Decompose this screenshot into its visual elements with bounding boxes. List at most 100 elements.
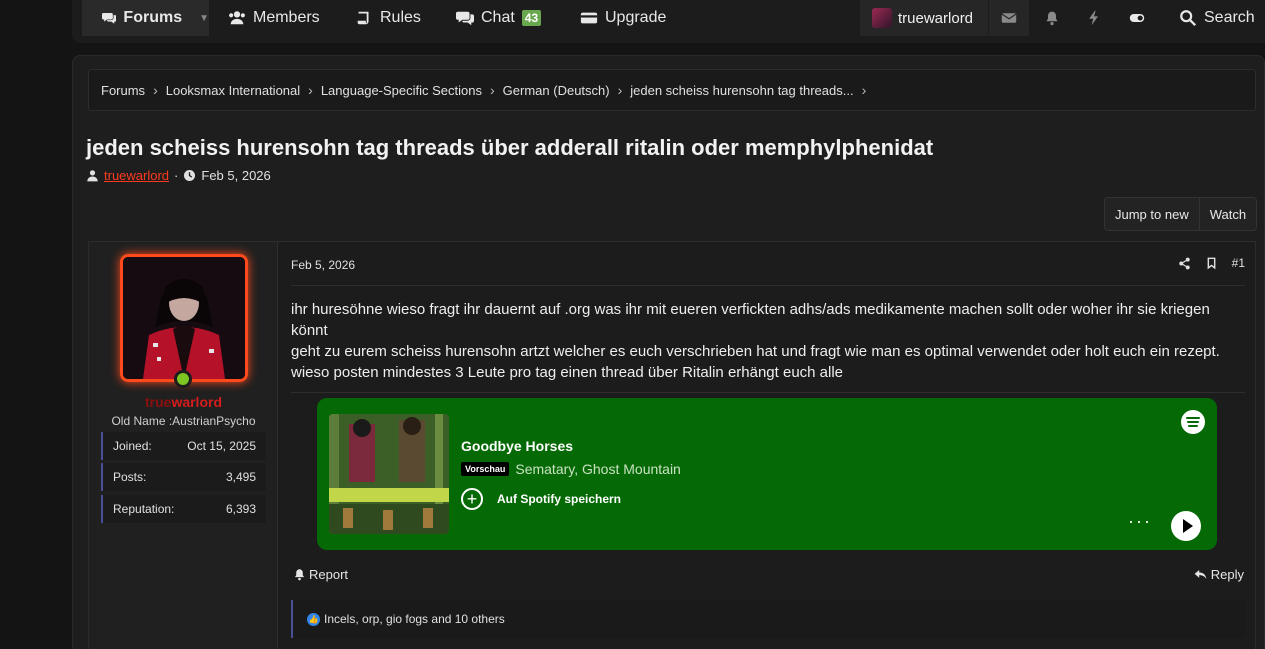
user-icon — [86, 169, 99, 182]
chevron-right-icon: › — [490, 82, 495, 98]
stat-value: Oct 15, 2025 — [187, 439, 256, 453]
username-part: warlord — [171, 394, 223, 410]
save-label: Auf Spotify speichern — [497, 492, 622, 506]
meta-separator: · — [174, 168, 179, 183]
spotify-embed: Goodbye Horses Vorschau Sematary, Ghost … — [317, 398, 1217, 550]
post-user-column: truewarlord Old Name :AustrianPsycho Joi… — [89, 242, 278, 649]
post-line: ihr huresöhne wieso fragt ihr dauernt au… — [291, 301, 1210, 339]
divider — [291, 392, 1245, 393]
chevron-down-icon[interactable]: ▼ — [199, 13, 209, 24]
album-cover[interactable] — [329, 414, 449, 534]
nav-upgrade[interactable]: Upgrade — [580, 0, 666, 36]
nav-members[interactable]: Members — [228, 0, 320, 36]
artist-names[interactable]: Sematary, Ghost Mountain — [515, 461, 680, 477]
more-options-icon[interactable]: ··· — [1128, 511, 1152, 532]
nav-search[interactable]: Search — [1179, 0, 1255, 36]
account-username: truewarlord — [898, 9, 974, 27]
stat-label: Joined: — [113, 439, 152, 453]
chat-icon — [456, 11, 474, 26]
alerts-button[interactable] — [1032, 0, 1072, 36]
breadcrumb-item[interactable]: Forums — [101, 83, 145, 98]
thread-meta: truewarlord · Feb 5, 2026 — [86, 168, 271, 183]
nav-forums[interactable]: Forums ▼ — [82, 0, 209, 36]
bolt-icon — [1089, 10, 1098, 26]
stat-label: Reputation: — [113, 502, 175, 516]
watch-button[interactable]: Watch — [1198, 198, 1256, 230]
thread-date[interactable]: Feb 5, 2026 — [201, 168, 270, 183]
search-icon — [1180, 10, 1197, 27]
bell-icon — [1046, 11, 1058, 26]
post-content: ihr huresöhne wieso fragt ihr dauernt au… — [291, 299, 1236, 383]
thread-author-link[interactable]: truewarlord — [104, 168, 169, 183]
nav-rules[interactable]: Rules — [355, 0, 421, 36]
breadcrumb: Forums › Looksmax International › Langua… — [88, 69, 1256, 111]
inbox-button[interactable] — [989, 0, 1029, 36]
account-avatar — [872, 8, 892, 28]
nav-members-label: Members — [253, 9, 320, 26]
reply-button[interactable]: Reply — [1194, 567, 1244, 582]
comments-icon — [102, 12, 117, 24]
stat-joined: Joined: Oct 15, 2025 — [101, 432, 266, 460]
nav-search-label: Search — [1204, 9, 1255, 26]
stat-label: Posts: — [113, 470, 147, 484]
avatar[interactable] — [120, 254, 248, 382]
share-icon[interactable] — [1178, 257, 1191, 270]
nav-chat[interactable]: Chat 43 — [456, 0, 542, 36]
users-icon — [229, 11, 245, 25]
breadcrumb-item[interactable]: jeden scheiss hurensohn tag threads... — [630, 83, 853, 98]
nav-forums-label: Forums — [123, 9, 183, 26]
play-button[interactable] — [1171, 511, 1201, 541]
credit-card-icon — [580, 12, 598, 24]
chevron-right-icon: › — [153, 82, 158, 98]
save-to-spotify-button[interactable]: + Auf Spotify speichern — [461, 488, 621, 510]
post-date[interactable]: Feb 5, 2026 — [291, 258, 355, 272]
post: truewarlord Old Name :AustrianPsycho Joi… — [88, 241, 1256, 649]
artist-row: Vorschau Sematary, Ghost Mountain — [461, 461, 681, 477]
bookmark-icon[interactable] — [1205, 257, 1218, 270]
online-status-dot — [174, 370, 192, 388]
breadcrumb-item[interactable]: Language-Specific Sections — [321, 83, 482, 98]
page: Forums ▼ Members Rules Chat 43 Upgrade t… — [0, 0, 1265, 649]
post-number[interactable]: #1 — [1232, 256, 1245, 270]
scroll-icon — [357, 11, 369, 25]
play-icon — [1182, 519, 1193, 533]
chevron-right-icon[interactable]: › — [862, 82, 867, 98]
left-gutter — [0, 0, 72, 649]
stat-reputation: Reputation: 6,393 — [101, 495, 266, 523]
breadcrumb-item[interactable]: German (Deutsch) — [503, 83, 610, 98]
post-line: wieso posten mindestes 3 Leute pro tag e… — [291, 364, 844, 381]
nav-chat-label: Chat — [481, 9, 515, 26]
jump-to-new-button[interactable]: Jump to new — [1105, 198, 1199, 230]
toggle-icon — [1129, 14, 1145, 22]
post-username[interactable]: truewarlord — [89, 394, 278, 410]
whats-new-button[interactable] — [1074, 0, 1114, 36]
report-label: Report — [309, 567, 349, 582]
stat-value: 6,393 — [225, 502, 256, 516]
top-navbar: Forums ▼ Members Rules Chat 43 Upgrade t… — [72, 0, 1265, 43]
spotify-logo-icon[interactable] — [1181, 410, 1205, 434]
breadcrumb-item[interactable]: Looksmax International — [166, 83, 300, 98]
like-icon: 👍 — [307, 612, 320, 626]
preview-badge: Vorschau — [461, 462, 510, 476]
username-part: true — [144, 394, 172, 410]
plus-circle-icon: + — [461, 488, 483, 510]
envelope-icon — [1001, 13, 1017, 23]
song-title[interactable]: Goodbye Horses — [461, 438, 573, 454]
chevron-right-icon: › — [308, 82, 313, 98]
album-cover-image — [329, 414, 449, 534]
reply-label: Reply — [1210, 567, 1244, 582]
stat-posts: Posts: 3,495 — [101, 463, 266, 491]
clock-icon — [183, 169, 196, 182]
report-button[interactable]: Report — [293, 567, 348, 582]
reactions-bar[interactable]: 👍 Incels, orp, gio fogs and 10 others — [291, 600, 1245, 638]
chevron-right-icon: › — [617, 82, 623, 98]
style-toggle[interactable] — [1117, 0, 1157, 36]
stat-value: 3,495 — [225, 470, 256, 484]
account-menu[interactable]: truewarlord — [860, 0, 988, 36]
nav-rules-label: Rules — [380, 9, 421, 26]
thread-buttons: Jump to new Watch — [1104, 197, 1258, 231]
post-body: Feb 5, 2026 #1 ihr huresöhne wieso fragt… — [278, 242, 1257, 649]
nav-upgrade-label: Upgrade — [605, 9, 667, 26]
user-title: Old Name :AustrianPsycho — [111, 414, 256, 428]
reply-icon — [1194, 569, 1207, 580]
